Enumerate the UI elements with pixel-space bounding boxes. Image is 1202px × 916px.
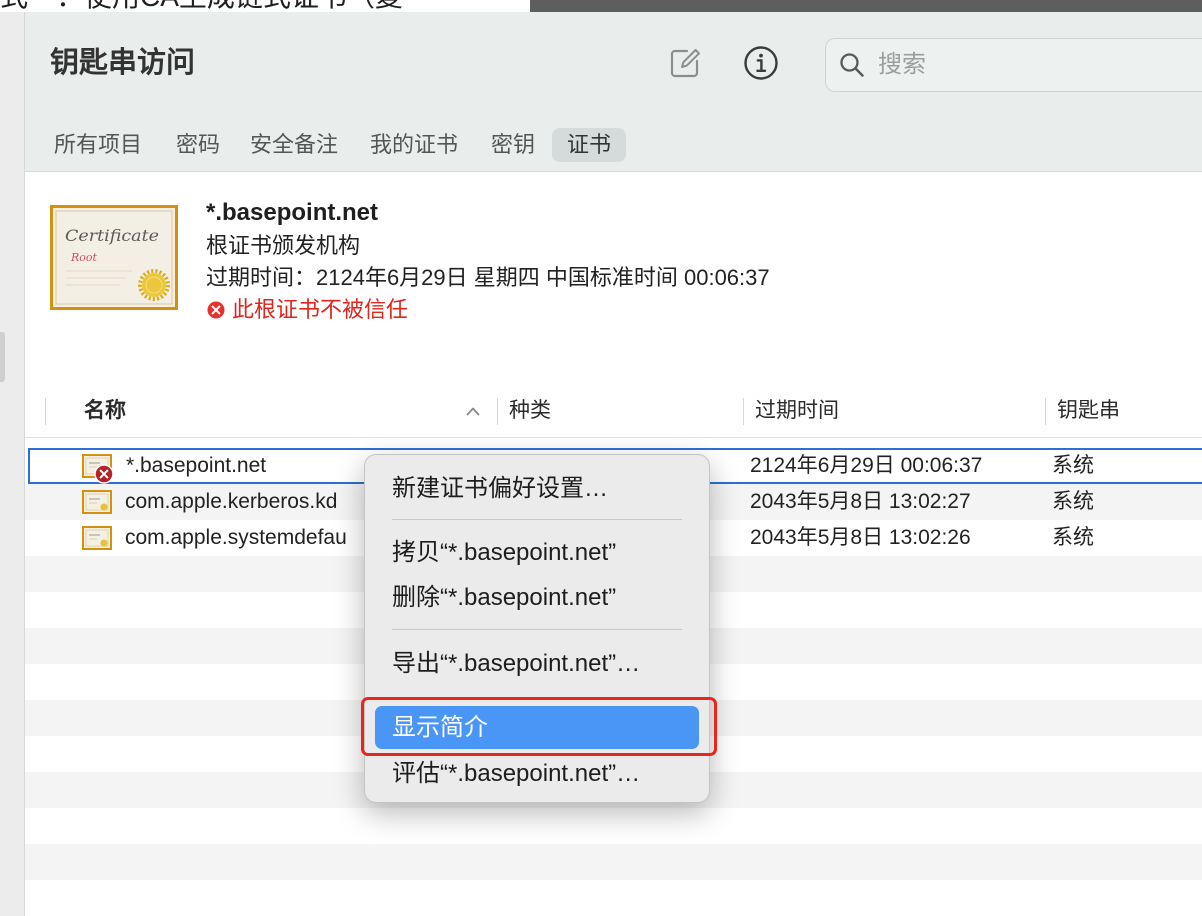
menu-item-new-certificate-preference[interactable]: 新建证书偏好设置…: [375, 469, 699, 509]
certificate-expiry: 过期时间：2124年6月29日 星期四 中国标准时间 00:06:37: [206, 265, 770, 290]
search-input[interactable]: [878, 39, 1178, 91]
column-header-keychain[interactable]: 钥匙串: [1057, 386, 1120, 436]
info-button[interactable]: [743, 45, 779, 81]
compose-icon: [670, 49, 700, 78]
trust-status: 此根证书不被信任: [232, 297, 409, 322]
compose-button[interactable]: [668, 46, 702, 80]
column-header-name[interactable]: 名称: [84, 386, 126, 436]
certificate-name: *.basepoint.net: [206, 199, 379, 226]
column-header-kind[interactable]: 种类: [509, 386, 551, 436]
column-divider[interactable]: [497, 398, 498, 425]
error-circle-icon: [207, 301, 225, 319]
row-keychain: 系统: [1052, 526, 1094, 549]
empty-row: [25, 880, 1202, 916]
background-window-bar: [530, 0, 1202, 12]
certificate-icon: [82, 526, 112, 550]
background-scroll-nub: [0, 332, 5, 382]
tab-certificates[interactable]: 证书: [552, 128, 627, 162]
menu-item-copy[interactable]: 拷贝“*.basepoint.net”: [375, 533, 699, 573]
row-name: com.apple.kerberos.kd: [125, 490, 338, 513]
chevron-up-icon: [466, 407, 480, 416]
tab-all-items[interactable]: 所有项目: [39, 128, 157, 162]
row-name: com.apple.systemdefau: [125, 526, 347, 549]
menu-item-delete[interactable]: 删除“*.basepoint.net”: [375, 578, 699, 618]
tab-secure-notes[interactable]: 安全备注: [235, 128, 353, 162]
row-expiry: 2124年6月29日 00:06:37: [750, 454, 983, 477]
empty-row: [25, 844, 1202, 880]
certificate-kind: 根证书颁发机构: [206, 233, 361, 258]
menu-separator: [392, 519, 682, 520]
tab-keys[interactable]: 密钥: [476, 128, 550, 162]
menu-item-evaluate[interactable]: 评估“*.basepoint.net”…: [375, 754, 699, 794]
info-icon: [744, 46, 778, 80]
empty-row: [25, 808, 1202, 844]
column-divider[interactable]: [743, 398, 744, 425]
certificate-icon: Certificate Root: [50, 205, 178, 310]
root-lettering: Root: [70, 251, 98, 264]
row-name: *.basepoint.net: [126, 454, 267, 477]
menu-separator: [392, 629, 682, 630]
row-keychain: 系统: [1052, 454, 1094, 477]
annotation-highlight-box: [361, 697, 717, 756]
column-header-expiry[interactable]: 过期时间: [755, 386, 839, 436]
background-window-edge: [0, 12, 25, 916]
menu-item-export[interactable]: 导出“*.basepoint.net”…: [375, 644, 699, 684]
search-icon: [840, 53, 864, 77]
table-header: 名称 种类 过期时间 钥匙串: [25, 386, 1202, 438]
row-expiry: 2043年5月8日 13:02:27: [750, 490, 971, 513]
column-divider[interactable]: [1045, 398, 1046, 425]
row-keychain: 系统: [1052, 490, 1094, 513]
window-title: 钥匙串访问: [50, 47, 196, 79]
search-field[interactable]: [825, 38, 1202, 92]
row-expiry: 2043年5月8日 13:02:26: [750, 526, 971, 549]
toolbar: 钥匙串访问 所有项目 密码 安全备注 我的证书 密钥 证书: [25, 12, 1202, 172]
tab-my-certificates[interactable]: 我的证书: [355, 128, 473, 162]
untrusted-badge-icon: [94, 464, 114, 484]
certificate-lettering: Certificate: [65, 226, 159, 245]
background-tab-text: 式 ：使用CA生成链式证书（复: [0, 0, 403, 11]
tab-passwords[interactable]: 密码: [161, 128, 235, 162]
column-divider[interactable]: [45, 398, 46, 425]
certificate-icon: [82, 490, 112, 514]
background-window-tab: 式 ：使用CA生成链式证书（复: [0, 0, 530, 12]
